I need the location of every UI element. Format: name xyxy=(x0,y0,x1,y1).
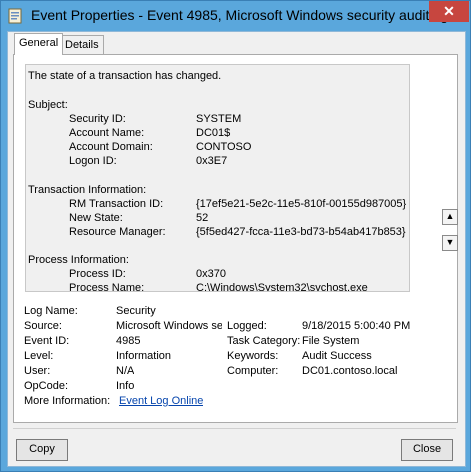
source-value: Microsoft Windows sec xyxy=(116,320,222,332)
level-value: Information xyxy=(116,350,172,362)
process-name-value: C:\Windows\System32\svchost.exe xyxy=(196,282,368,292)
event-log-online-link[interactable]: Event Log Online xyxy=(119,395,203,407)
logged-value: 9/18/2015 5:00:40 PM xyxy=(302,320,411,332)
description-summary: The state of a transaction has changed. xyxy=(28,70,222,82)
security-id-value: SYSTEM xyxy=(196,113,242,125)
window-title: Event Properties - Event 4985, Microsoft… xyxy=(31,7,452,23)
account-name-label: Account Name: xyxy=(69,127,145,139)
process-id-value: 0x370 xyxy=(196,268,226,280)
computer-value: DC01.contoso.local xyxy=(302,365,398,377)
tab-details[interactable]: Details xyxy=(60,35,104,54)
resource-manager-label: Resource Manager: xyxy=(69,226,166,238)
security-id-label: Security ID: xyxy=(69,113,126,125)
title-bar[interactable]: Event Properties - Event 4985, Microsoft… xyxy=(1,1,470,31)
copy-button[interactable]: Copy xyxy=(16,439,68,461)
keywords-value: Audit Success xyxy=(302,350,372,362)
rm-transaction-id-label: RM Transaction ID: xyxy=(69,198,164,210)
more-information-label: More Information: xyxy=(24,395,111,407)
task-category-value: File System xyxy=(302,335,360,347)
footer-divider xyxy=(13,428,456,429)
level-label: Level: xyxy=(24,350,54,362)
event-viewer-icon xyxy=(8,8,22,24)
process-header: Process Information: xyxy=(28,254,129,266)
opcode-label: OpCode: xyxy=(24,380,69,392)
process-name-label: Process Name: xyxy=(69,282,145,292)
resource-manager-value: {5f5ed427-fcca-11e3-bd73-b54ab417b853} xyxy=(196,226,406,238)
transaction-header: Transaction Information: xyxy=(28,184,147,196)
close-button[interactable]: Close xyxy=(401,439,453,461)
tab-general[interactable]: General xyxy=(14,33,64,55)
window-close-button[interactable]: ✕ xyxy=(429,1,469,22)
event-description-box[interactable]: The state of a transaction has changed. … xyxy=(25,64,410,292)
process-id-label: Process ID: xyxy=(69,268,126,280)
log-name-label: Log Name: xyxy=(24,305,78,317)
event-properties-window: Event Properties - Event 4985, Microsoft… xyxy=(0,0,471,472)
previous-event-button[interactable]: ▲ xyxy=(442,209,458,225)
logon-id-label: Logon ID: xyxy=(69,155,117,167)
event-id-value: 4985 xyxy=(116,335,141,347)
user-label: User: xyxy=(24,365,51,377)
general-tab-panel: The state of a transaction has changed. … xyxy=(13,54,458,423)
next-event-button[interactable]: ▼ xyxy=(442,235,458,251)
user-value: N/A xyxy=(116,365,135,377)
new-state-label: New State: xyxy=(69,212,123,224)
logged-label: Logged: xyxy=(227,320,267,332)
keywords-label: Keywords: xyxy=(227,350,279,362)
account-domain-label: Account Domain: xyxy=(69,141,153,153)
task-category-label: Task Category: xyxy=(227,335,301,347)
rm-transaction-id-value: {17ef5e21-5e2c-11e5-810f-00155d987005} xyxy=(196,198,407,210)
log-name-value: Security xyxy=(116,305,156,317)
computer-label: Computer: xyxy=(227,365,279,377)
source-label: Source: xyxy=(24,320,62,332)
opcode-value: Info xyxy=(116,380,135,392)
logon-id-value: 0x3E7 xyxy=(196,155,228,167)
account-name-value: DC01$ xyxy=(196,127,231,139)
dialog-client-area: General Details The state of a transacti… xyxy=(7,31,466,467)
new-state-value: 52 xyxy=(196,212,209,224)
account-domain-value: CONTOSO xyxy=(196,141,252,153)
event-id-label: Event ID: xyxy=(24,335,70,347)
subject-header: Subject: xyxy=(28,99,68,111)
